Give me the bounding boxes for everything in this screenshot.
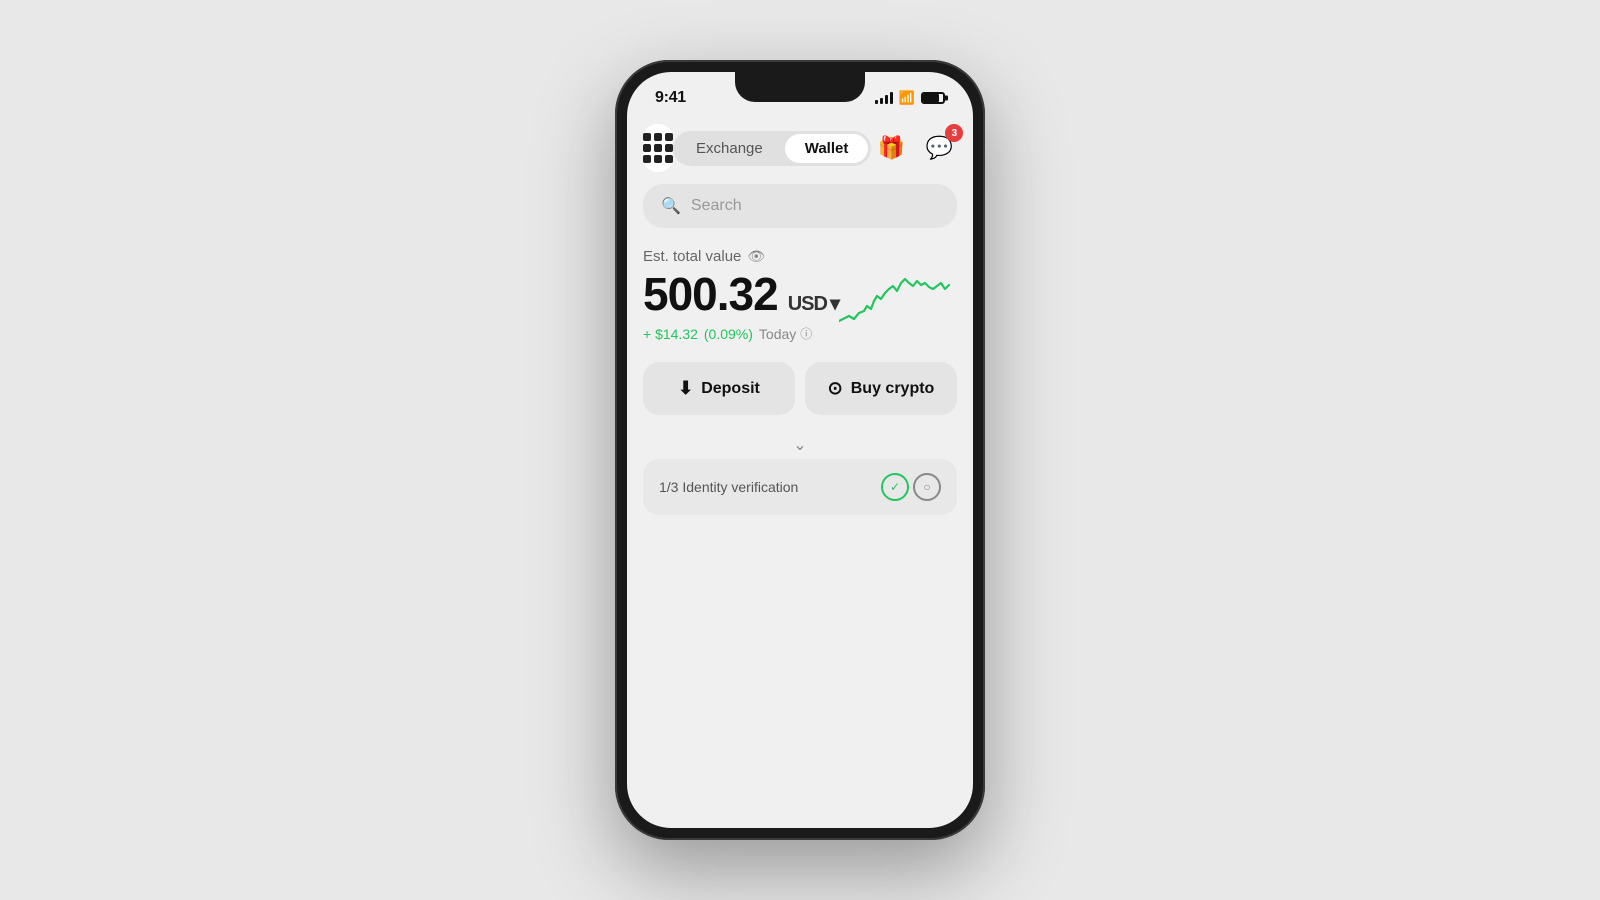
status-icons: 📶 bbox=[875, 90, 945, 106]
change-percent: (0.09%) bbox=[704, 326, 753, 342]
eye-icon[interactable]: 👁 bbox=[747, 248, 765, 265]
mini-chart bbox=[839, 261, 959, 341]
search-placeholder: Search bbox=[691, 197, 742, 215]
check-circle-1: ✓ bbox=[881, 473, 909, 501]
check-circle-2: ○ bbox=[913, 473, 941, 501]
balance-row: 500.32 USD ▾ + $14.32 (0.09%) Today ⓘ bbox=[643, 271, 957, 342]
balance-amount: 500.32 USD ▾ bbox=[643, 271, 839, 317]
chat-button[interactable]: 💬 3 bbox=[919, 128, 959, 168]
nav-actions: 🎁 💬 3 bbox=[871, 128, 959, 168]
battery-icon bbox=[921, 92, 945, 104]
balance-value: 500.32 bbox=[643, 271, 778, 317]
grid-icon bbox=[643, 133, 673, 163]
action-buttons: ⬇ Deposit ⊙ Buy crypto bbox=[643, 362, 957, 415]
buy-crypto-button[interactable]: ⊙ Buy crypto bbox=[805, 362, 957, 415]
identity-section[interactable]: 1/3 Identity verification ✓ ○ bbox=[643, 459, 957, 515]
top-nav: Exchange Wallet 🎁 💬 3 bbox=[643, 116, 957, 184]
tab-wallet[interactable]: Wallet bbox=[785, 134, 869, 163]
deposit-button[interactable]: ⬇ Deposit bbox=[643, 362, 795, 415]
search-wrap: 🔍 Search bbox=[643, 184, 957, 228]
app-content: Exchange Wallet 🎁 💬 3 🔍 Sear bbox=[627, 116, 973, 828]
buy-crypto-icon: ⊙ bbox=[828, 378, 843, 399]
balance-left: 500.32 USD ▾ + $14.32 (0.09%) Today ⓘ bbox=[643, 271, 839, 342]
change-row: + $14.32 (0.09%) Today ⓘ bbox=[643, 325, 839, 342]
gift-button[interactable]: 🎁 bbox=[871, 128, 911, 168]
signal-icon bbox=[875, 92, 893, 104]
tab-group: Exchange Wallet bbox=[673, 131, 871, 166]
identity-icons: ✓ ○ bbox=[881, 473, 941, 501]
dropdown-arrow: ▾ bbox=[830, 294, 839, 314]
search-icon: 🔍 bbox=[661, 196, 681, 216]
search-bar[interactable]: 🔍 Search bbox=[643, 184, 957, 228]
info-icon: ⓘ bbox=[800, 325, 812, 342]
phone-frame: 9:41 📶 bbox=[615, 60, 985, 840]
chart-svg bbox=[839, 261, 959, 341]
phone-screen: 9:41 📶 bbox=[627, 72, 973, 828]
change-amount: + $14.32 bbox=[643, 326, 698, 342]
identity-text: 1/3 Identity verification bbox=[659, 479, 798, 495]
gift-icon: 🎁 bbox=[878, 135, 905, 161]
wifi-icon: 📶 bbox=[899, 90, 915, 106]
status-time: 9:41 bbox=[655, 89, 686, 107]
balance-section: Est. total value 👁 500.32 USD ▾ bbox=[643, 244, 957, 358]
tab-exchange[interactable]: Exchange bbox=[676, 134, 783, 163]
chevron-down-icon[interactable]: ⌄ bbox=[793, 435, 806, 455]
chat-badge: 3 bbox=[945, 124, 963, 142]
grid-menu-button[interactable] bbox=[643, 124, 673, 172]
buy-crypto-label: Buy crypto bbox=[851, 380, 935, 398]
currency-selector[interactable]: USD ▾ bbox=[788, 294, 839, 314]
phone-notch bbox=[735, 72, 865, 102]
deposit-icon: ⬇ bbox=[678, 378, 693, 399]
change-today: Today ⓘ bbox=[759, 325, 812, 342]
chevron-row: ⌄ bbox=[643, 431, 957, 459]
deposit-label: Deposit bbox=[701, 380, 760, 398]
